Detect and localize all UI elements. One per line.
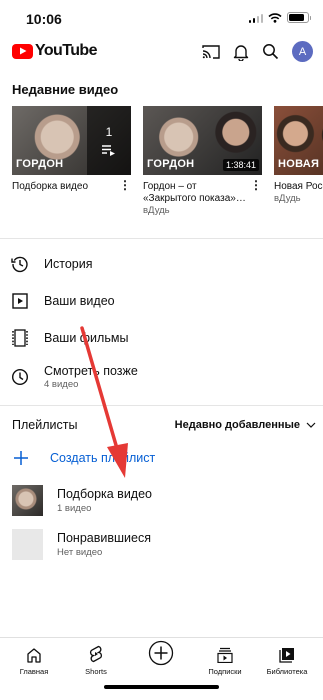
divider [0, 238, 323, 239]
nav-home[interactable]: Главная [2, 638, 66, 676]
nav-label: Подписки [208, 667, 242, 676]
youtube-logo[interactable]: YouTube [12, 42, 97, 60]
nav-library[interactable]: Библиотека [255, 638, 319, 676]
nav-subscriptions[interactable]: Подписки [193, 638, 257, 676]
playlists-header: Плейлисты Недавно добавленные [12, 418, 316, 432]
clock-icon [11, 368, 29, 386]
status-time: 10:06 [26, 11, 62, 27]
library-item-watch-later[interactable]: Смотреть позже 4 видео [0, 361, 323, 393]
thumbnail-caption: НОВАЯ Р [278, 158, 323, 170]
nav-label: Shorts [85, 667, 107, 676]
playlist-title: Понравившиеся [57, 531, 151, 545]
video-title: Гордон – от «Закрытого показа»… [143, 181, 246, 204]
video-channel: вДудь [274, 193, 301, 204]
recent-video-card[interactable]: ГОРДОН 1 Подборка видео ⋮ [12, 106, 131, 193]
recent-videos-strip: ГОРДОН 1 Подборка видео ⋮ ГОРДОН 1:38:41… [12, 106, 323, 218]
bottom-nav: Главная Shorts Подписки Библиотека [0, 637, 323, 676]
library-item-label: Смотреть позже [44, 364, 138, 378]
search-icon[interactable] [262, 43, 279, 60]
video-duration: 1:38:41 [222, 159, 259, 171]
signal-icon [248, 13, 263, 23]
more-vert-icon[interactable]: ⋮ [119, 179, 131, 191]
playlist-count: Нет видео [57, 547, 103, 558]
video-title: Новая Росс Hatters, Ак [274, 181, 323, 192]
sort-dropdown[interactable]: Недавно добавленные [175, 419, 316, 431]
library-item-label: История [44, 257, 93, 271]
library-item-label: Ваши видео [44, 294, 115, 308]
create-playlist-label: Создать плейлист [50, 451, 156, 465]
status-bar: 10:06 [0, 0, 323, 34]
playlist-item[interactable]: Подборка видео 1 видео [12, 485, 152, 516]
play-logo-icon [12, 43, 33, 59]
video-title: Подборка видео [12, 181, 89, 192]
playlist-icon [102, 145, 115, 156]
nav-create[interactable] [129, 638, 193, 666]
home-icon [26, 643, 42, 663]
nav-label: Главная [19, 667, 49, 676]
sort-label: Недавно добавленные [174, 419, 300, 431]
film-icon [11, 329, 29, 347]
history-icon [11, 255, 29, 273]
library-item-history[interactable]: История [0, 248, 323, 280]
play-square-icon [11, 293, 29, 309]
video-channel: вДудь [143, 205, 170, 216]
playlist-item[interactable]: Понравившиеся Нет видео [12, 529, 151, 560]
header-actions: A [202, 41, 313, 62]
home-indicator [104, 685, 219, 689]
cast-icon[interactable] [202, 44, 220, 60]
subscriptions-icon [217, 643, 233, 663]
video-thumbnail: ГОРДОН 1 [12, 106, 131, 175]
video-thumbnail: ГОРДОН 1:38:41 [143, 106, 262, 175]
shorts-icon [89, 643, 103, 663]
playlist-thumbnail [12, 485, 43, 516]
thumbnail-caption: ГОРДОН [16, 158, 64, 170]
playlists-title: Плейлисты [12, 418, 78, 432]
status-icons [248, 12, 311, 23]
bell-icon[interactable] [233, 43, 249, 61]
logo-text: YouTube [35, 42, 97, 59]
recent-videos-title: Недавние видео [12, 82, 119, 97]
chevron-down-icon [306, 422, 316, 428]
playlist-count: 1 [105, 125, 113, 139]
nav-label: Библиотека [266, 667, 308, 676]
wifi-icon [268, 12, 282, 23]
nav-shorts[interactable]: Shorts [64, 638, 128, 676]
avatar[interactable]: A [292, 41, 313, 62]
playlist-title: Подборка видео [57, 487, 153, 501]
divider [0, 405, 323, 406]
playlist-count: 1 видео [57, 503, 92, 514]
library-item-label: Ваши фильмы [44, 331, 129, 345]
battery-icon [287, 12, 311, 23]
create-icon [148, 640, 174, 666]
playlist-overlay: 1 [87, 106, 131, 175]
library-item-your-videos[interactable]: Ваши видео [0, 285, 323, 317]
create-playlist-button[interactable]: Создать плейлист [12, 449, 155, 467]
recent-video-card[interactable]: ГОРДОН 1:38:41 Гордон – от «Закрытого по… [143, 106, 262, 217]
plus-icon [14, 451, 28, 465]
library-item-count: 4 видео [44, 379, 79, 390]
library-item-your-movies[interactable]: Ваши фильмы [0, 322, 323, 354]
recent-video-card[interactable]: НОВАЯ Р Новая Росс Hatters, Ак вДудь [274, 106, 323, 205]
thumbnail-caption: ГОРДОН [147, 158, 195, 170]
app-header: YouTube A [0, 34, 323, 70]
playlist-thumbnail [12, 529, 43, 560]
video-thumbnail: НОВАЯ Р [274, 106, 323, 175]
library-icon [279, 643, 295, 663]
more-vert-icon[interactable]: ⋮ [250, 179, 262, 191]
